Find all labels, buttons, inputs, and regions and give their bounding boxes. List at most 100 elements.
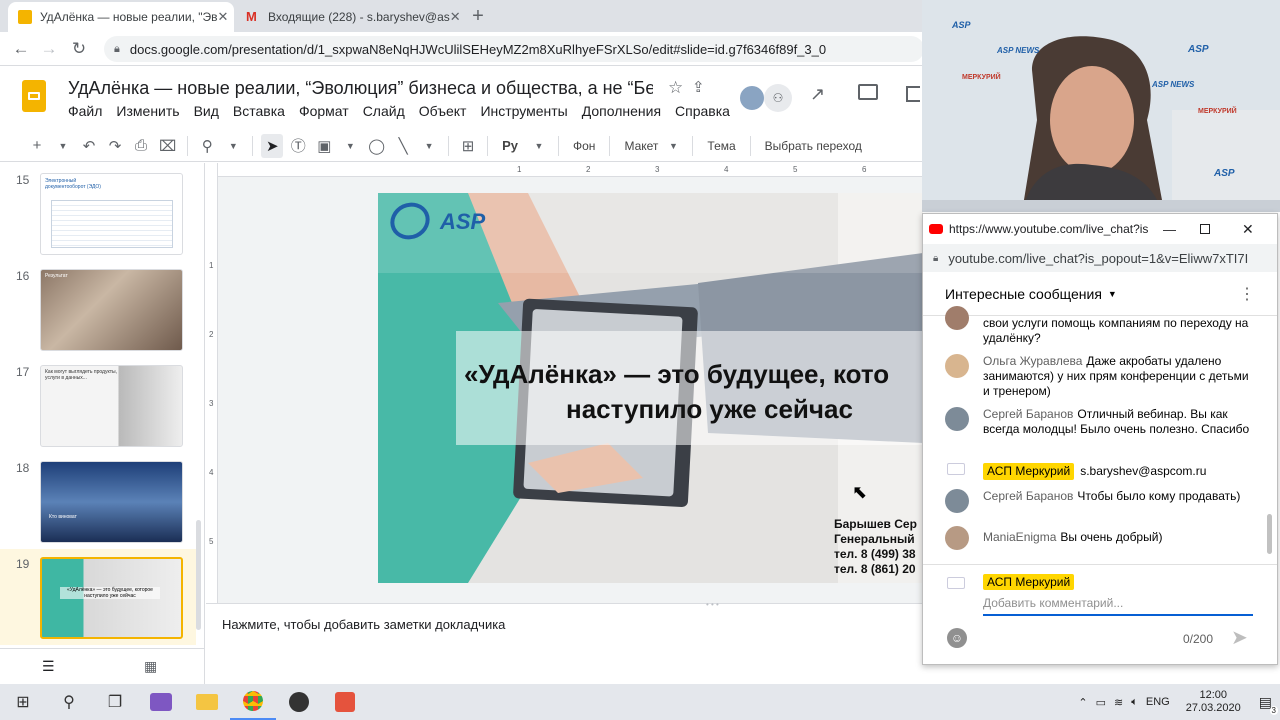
forward-arrow-icon[interactable]: → — [38, 38, 60, 60]
message-body: Сергей Баранов Отличный вебинар. Вы как в… — [983, 407, 1253, 437]
reload-icon[interactable]: ↻ — [68, 38, 90, 60]
chrome-icon[interactable] — [230, 684, 276, 720]
slide-thumbnail[interactable]: Результат — [40, 269, 183, 351]
shape-icon[interactable]: ◯ — [365, 134, 388, 158]
file-explorer-icon[interactable] — [184, 684, 230, 720]
message-text: Чтобы было кому продавать) — [1077, 489, 1241, 503]
close-window-icon[interactable]: ✕ — [1242, 221, 1254, 238]
menu-item[interactable]: Инструменты — [480, 103, 567, 119]
slide-thumbnail[interactable]: Как могут выглядеть продукты, услуги в д… — [40, 365, 183, 447]
input-tools-button[interactable]: Ру — [496, 134, 524, 158]
minimize-icon[interactable]: — — [1163, 222, 1176, 237]
redo-icon[interactable]: ↷ — [104, 134, 126, 158]
back-arrow-icon[interactable]: ← — [10, 38, 32, 60]
filmstrip-item-selected[interactable]: 19 «УдАлёнка» — это будущее, которое нас… — [0, 549, 196, 645]
background-button[interactable]: Фон — [567, 134, 601, 158]
star-icon[interactable]: ☆ — [668, 78, 683, 98]
layout-button[interactable]: Макет — [618, 134, 664, 158]
add-comment-icon[interactable]: ⊞ — [457, 134, 479, 158]
menu-item[interactable]: Слайд — [363, 103, 405, 119]
speaker-icon[interactable]: 🔈︎ — [1131, 696, 1138, 709]
menu-item[interactable]: Дополнения — [582, 103, 661, 119]
notification-icon[interactable]: ▤ 3 — [1259, 694, 1278, 715]
move-to-drive-icon[interactable]: ⇪ — [692, 78, 705, 96]
slide[interactable]: ASP «УдАлёнка» — это будущее, кото насту… — [378, 193, 923, 583]
menu-item[interactable]: Формат — [299, 103, 349, 119]
input-tools-dropdown-icon[interactable]: ▼ — [528, 134, 550, 158]
line-icon[interactable]: ╲ — [392, 134, 414, 158]
line-dropdown-icon[interactable]: ▼ — [418, 134, 440, 158]
send-icon[interactable]: ➤ — [1231, 625, 1248, 650]
grid-view-icon[interactable]: ▦ — [144, 658, 157, 675]
emoji-icon[interactable]: ☺ — [947, 628, 967, 648]
resize-handle-icon[interactable]: • • • — [706, 600, 719, 609]
maximize-icon[interactable] — [1200, 224, 1210, 234]
clock[interactable]: 12:00 27.03.2020 — [1186, 689, 1241, 715]
more-options-icon[interactable]: ⋮ — [1239, 284, 1255, 304]
new-slide-plus-icon[interactable]: + — [26, 134, 48, 158]
presentation-app-icon[interactable] — [322, 684, 368, 720]
language-indicator[interactable]: ENG — [1146, 696, 1170, 708]
zoom-icon[interactable]: ⚲ — [196, 134, 218, 158]
undo-icon[interactable]: ↶ — [78, 134, 100, 158]
input-author-badge: АСП Меркурий — [983, 574, 1075, 590]
avatar[interactable] — [738, 84, 766, 112]
speaker-notes-placeholder[interactable]: Нажмите, чтобы добавить заметки докладчи… — [222, 617, 505, 632]
menu-item[interactable]: Изменить — [116, 103, 179, 119]
ruler-mark: 5 — [209, 537, 214, 546]
chat-filter-dropdown[interactable]: Интересные сообщения — [945, 286, 1102, 302]
chevron-down-icon[interactable]: ▼ — [1108, 289, 1117, 299]
slide-thumbnail[interactable]: Кто виноват — [40, 461, 183, 543]
chevron-up-icon[interactable]: ⌃ — [1078, 696, 1087, 709]
theme-button[interactable]: Тема — [701, 134, 741, 158]
paint-format-icon[interactable]: ⌧ — [156, 134, 179, 158]
close-tab-icon[interactable]: ✕ — [450, 9, 461, 25]
image-icon[interactable]: ▣ — [313, 134, 335, 158]
present-icon[interactable] — [906, 86, 920, 102]
menu-item[interactable]: Вставка — [233, 103, 285, 119]
collaborator-icon[interactable]: ⚇ — [764, 84, 792, 112]
tab-gmail[interactable]: M Входящие (228) - s.baryshev@as ✕ — [236, 2, 462, 32]
comments-icon[interactable] — [858, 84, 878, 100]
lock-icon: 🔒︎ — [114, 42, 120, 55]
asp-logo-icon — [947, 463, 965, 475]
windows-start-icon[interactable]: ⊞ — [0, 684, 46, 720]
text-box-icon[interactable]: Ⓣ — [287, 134, 309, 158]
wifi-icon[interactable]: ≋ — [1114, 696, 1123, 709]
chat-scrollbar[interactable] — [1267, 514, 1272, 554]
menu-item[interactable]: Вид — [194, 103, 219, 119]
layout-dropdown-icon[interactable]: ▼ — [662, 134, 684, 158]
filmstrip-item[interactable]: 16 Результат — [0, 261, 196, 357]
chat-address[interactable]: youtube.com/live_chat?is_popout=1&v=Eliw… — [948, 251, 1248, 266]
filmstrip-view-icon[interactable]: ☰ — [42, 658, 55, 675]
close-tab-icon[interactable]: ✕ — [218, 9, 229, 25]
select-arrow-icon[interactable]: ➤ — [261, 133, 284, 158]
image-dropdown-icon[interactable]: ▼ — [339, 134, 361, 158]
slide-thumbnail[interactable]: Электронный документооборот (ЭДО) — [40, 173, 183, 255]
obs-icon[interactable] — [276, 684, 322, 720]
battery-icon[interactable]: ▭ — [1096, 696, 1106, 709]
menu-item[interactable]: Файл — [68, 103, 102, 119]
transition-button[interactable]: Выбрать переход — [759, 134, 868, 158]
print-icon[interactable]: ⎙ — [130, 134, 152, 158]
filmstrip-scrollbar[interactable] — [196, 520, 201, 630]
slide-thumbnail[interactable]: «УдАлёнка» — это будущее, которое наступ… — [40, 557, 183, 639]
document-title[interactable]: УдАлёнка — новые реалии, “Эволюция” бизн… — [68, 78, 653, 99]
filmstrip-item[interactable]: 17 Как могут выглядеть продукты, услуги … — [0, 357, 196, 453]
new-slide-dropdown-icon[interactable]: ▼ — [52, 134, 74, 158]
tab-slides[interactable]: УдАлёнка — новые реалии, "Эв ✕ — [8, 2, 234, 32]
new-tab-button[interactable]: + — [468, 4, 488, 28]
address-bar[interactable]: 🔒︎ docs.google.com/presentation/d/1_sxpw… — [104, 36, 924, 62]
search-icon[interactable]: ⚲ — [46, 684, 92, 720]
filmstrip-item[interactable]: 15 Электронный документооборот (ЭДО) — [0, 165, 196, 261]
filmstrip-item[interactable]: 18 Кто виноват — [0, 453, 196, 549]
menu-item[interactable]: Справка — [675, 103, 730, 119]
char-counter: 0/200 — [1183, 632, 1214, 646]
activity-trend-icon[interactable]: ↗ — [810, 84, 825, 105]
video-app-icon[interactable] — [138, 684, 184, 720]
slides-logo-icon[interactable] — [22, 80, 46, 112]
comment-input[interactable]: Добавить комментарий... — [983, 596, 1253, 616]
task-view-icon[interactable]: ❐ — [92, 684, 138, 720]
zoom-dropdown-icon[interactable]: ▼ — [222, 134, 244, 158]
menu-item[interactable]: Объект — [419, 103, 467, 119]
